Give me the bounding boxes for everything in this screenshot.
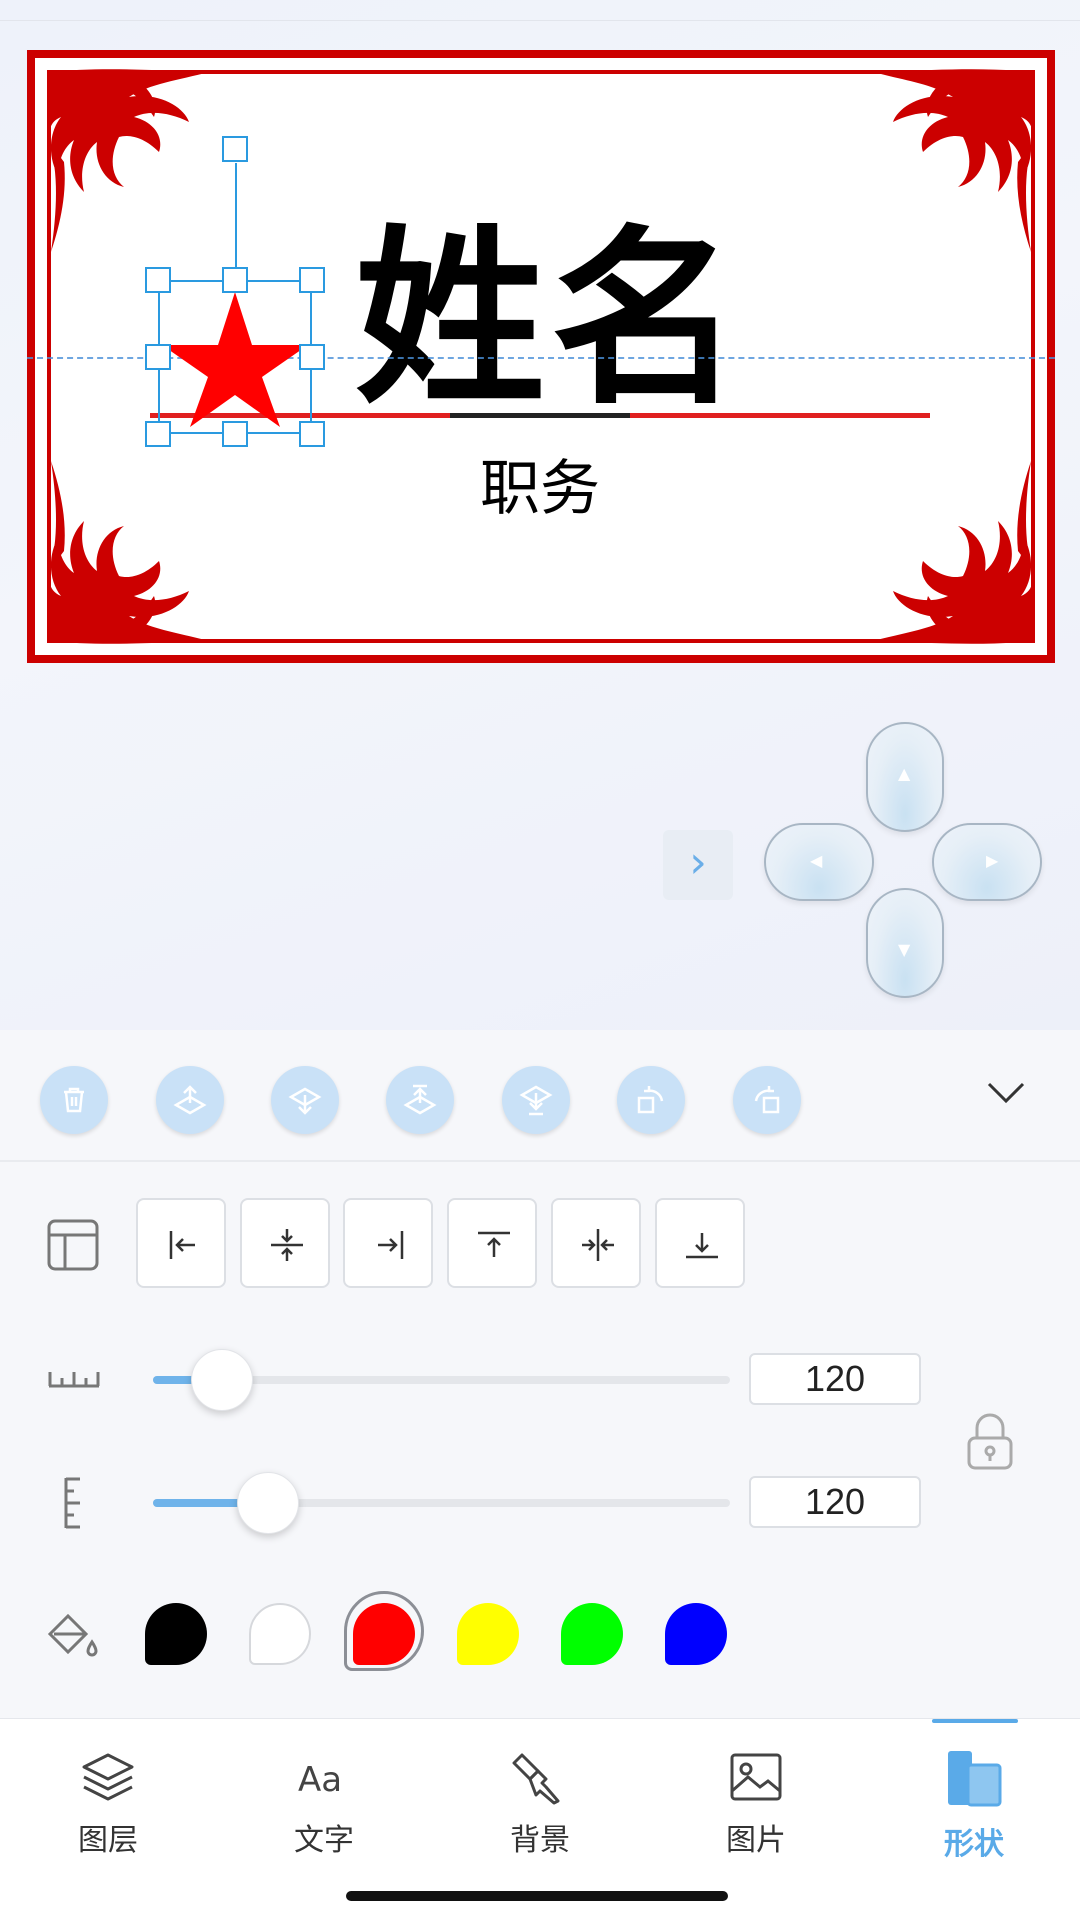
send-to-back-button[interactable] [502,1066,570,1134]
tab-shape[interactable]: 形状 [904,1749,1044,1863]
width-slider-thumb[interactable] [191,1349,253,1411]
tab-background-label: 背景 [510,1823,570,1858]
layout-icon [47,1219,99,1271]
bring-to-front-icon [403,1084,437,1115]
corner-ornament-icon [49,69,209,252]
align-center-vertical-button[interactable] [240,1198,330,1288]
delete-icon [64,1087,84,1113]
selection-box [158,280,312,434]
align-center-horizontal-icon [582,1229,614,1261]
left-icon: ◀ [810,851,823,870]
bring-forward-icon [173,1085,207,1115]
chevron-down-icon[interactable] [985,1078,1027,1108]
tab-layers-label: 图层 [78,1823,138,1858]
layer-action-toolbar [0,1030,1080,1162]
bring-forward-button[interactable] [156,1066,224,1134]
rotate-handle-stem [235,163,237,280]
width-ruler-icon [48,1372,100,1388]
top-divider [0,20,1080,21]
expand-panel-button[interactable]: › [663,830,733,900]
down-icon: ▼ [898,940,911,959]
color-swatch-yellow[interactable] [457,1603,519,1665]
resize-handle-right[interactable] [299,344,325,370]
resize-handle-bottom-left[interactable] [145,421,171,447]
move-up-button[interactable]: ▲ [866,722,944,832]
svg-text:Aa: Aa [298,1760,342,1800]
tab-background[interactable]: 背景 [470,1749,610,1859]
image-icon [730,1753,782,1801]
paint-bucket-icon [47,1613,98,1657]
tab-shape-label: 形状 [944,1827,1004,1862]
layers-icon [82,1753,134,1801]
align-left-icon [169,1231,195,1259]
right-icon: ▶ [986,851,999,870]
color-swatch-black[interactable] [145,1603,207,1665]
text-icon: Aa [298,1760,342,1800]
height-slider-thumb[interactable] [237,1472,299,1534]
color-swatch-blue[interactable] [665,1603,727,1665]
height-input[interactable]: 120 [749,1476,921,1528]
send-backward-button[interactable] [271,1066,339,1134]
editor-canvas-area: 姓名 职务 › ▲ ▼ ◀ ▶ [0,0,1080,1030]
height-ruler-icon [64,1477,80,1529]
shape-icon [948,1751,1002,1807]
up-icon: ▲ [898,764,911,783]
send-backward-icon [288,1087,322,1115]
align-center-vertical-icon [271,1229,303,1261]
title-text-label: 职务 [480,454,600,524]
lock-icon[interactable] [965,1412,1015,1472]
align-bottom-icon [686,1233,718,1259]
align-right-button[interactable] [343,1198,433,1288]
title-text-element[interactable]: 职务 [0,440,1080,527]
move-left-button[interactable]: ◀ [764,823,874,901]
move-right-button[interactable]: ▶ [932,823,1042,901]
align-top-icon [478,1231,510,1257]
tab-text-label: 文字 [294,1823,354,1858]
align-right-icon [378,1231,404,1259]
width-input[interactable]: 120 [749,1353,921,1405]
resize-handle-top[interactable] [222,267,248,293]
rotate-handle[interactable] [222,136,248,162]
align-bottom-button[interactable] [655,1198,745,1288]
bottom-navigation: 图层 Aa 文字 背景 图片 形状 [0,1718,1080,1920]
resize-handle-top-right[interactable] [299,267,325,293]
delete-button[interactable] [40,1066,108,1134]
tab-text[interactable]: Aa 文字 [254,1749,394,1859]
color-swatch-white[interactable] [249,1603,311,1665]
align-top-button[interactable] [447,1198,537,1288]
move-down-button[interactable]: ▼ [866,888,944,998]
rotate-right-button[interactable] [733,1066,801,1134]
active-tab-indicator [932,1719,1018,1723]
rotate-right-icon [754,1086,780,1114]
resize-handle-bottom-right[interactable] [299,421,325,447]
bring-to-front-button[interactable] [386,1066,454,1134]
color-swatch-green[interactable] [561,1603,623,1665]
corner-ornament-icon [873,69,1033,252]
rotate-left-icon [637,1086,664,1114]
resize-handle-top-left[interactable] [145,267,171,293]
resize-handle-left[interactable] [145,344,171,370]
rotate-left-button[interactable] [617,1066,685,1134]
brush-icon [512,1753,560,1805]
tab-image-label: 图片 [726,1823,786,1858]
tab-layers[interactable]: 图层 [38,1749,178,1859]
align-center-horizontal-button[interactable] [551,1198,641,1288]
tab-image[interactable]: 图片 [686,1749,826,1859]
home-indicator [346,1891,728,1901]
color-swatch-red[interactable] [353,1603,415,1665]
align-left-button[interactable] [136,1198,226,1288]
send-to-back-icon [519,1085,553,1116]
resize-handle-bottom[interactable] [222,421,248,447]
name-text-element[interactable]: 姓名 [355,215,747,425]
